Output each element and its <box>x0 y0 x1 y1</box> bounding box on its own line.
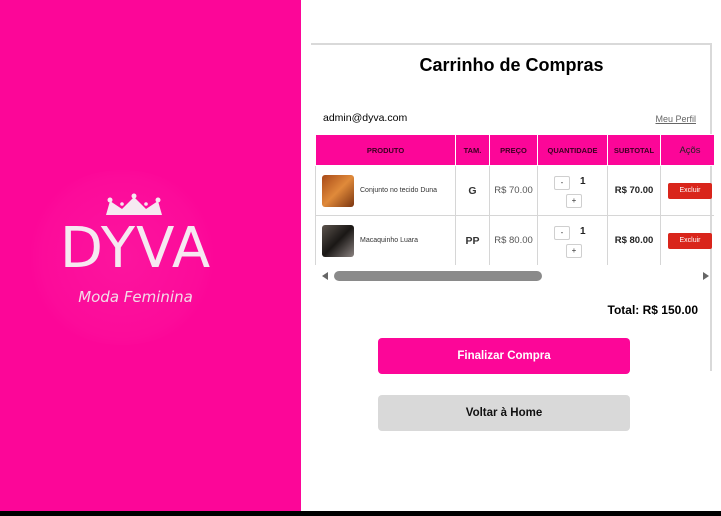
actions-cell: Excluir <box>660 215 714 265</box>
col-header-quantity: QUANTIDADE <box>537 134 608 166</box>
size-cell: PP <box>455 215 490 265</box>
decrease-quantity-button[interactable]: - <box>554 225 570 240</box>
scrollbar-thumb[interactable] <box>334 271 542 281</box>
col-header-actions: Açõs <box>660 134 714 166</box>
table-row: Macaquinho Luara PP R$ 80.00 - 1 + R$ 80… <box>315 215 714 265</box>
scroll-right-icon[interactable] <box>703 272 709 280</box>
quantity-stepper: - 1 + <box>538 217 607 265</box>
cart-table-container: PRODUTO TAM. PREÇO QUANTIDADE SUBTOTAL A… <box>315 134 714 265</box>
cart-card: Carrinho de Compras admin@dyva.com Meu P… <box>311 43 714 371</box>
product-thumbnail <box>322 174 354 207</box>
col-header-subtotal: SUBTOTAL <box>607 134 661 166</box>
actions-cell: Excluir <box>660 165 714 216</box>
brand-panel: DYVA Moda Feminina <box>0 0 301 511</box>
decrease-quantity-button[interactable]: - <box>554 175 570 190</box>
product-cell: Macaquinho Luara <box>315 215 456 265</box>
finish-purchase-button[interactable]: Finalizar Compra <box>378 338 630 374</box>
product-name: Conjunto no tecido Duna <box>360 187 438 194</box>
user-email: admin@dyva.com <box>323 112 408 124</box>
table-header-row: PRODUTO TAM. PREÇO QUANTIDADE SUBTOTAL A… <box>315 134 714 166</box>
back-home-button[interactable]: Voltar à Home <box>378 395 630 431</box>
col-header-price: PREÇO <box>489 134 538 166</box>
cart-total: Total: R$ 150.00 <box>607 303 698 317</box>
price-cell: R$ 80.00 <box>489 215 538 265</box>
page-title: Carrinho de Compras <box>419 55 604 75</box>
horizontal-scrollbar[interactable] <box>315 269 714 283</box>
quantity-value: 1 <box>580 175 586 187</box>
increase-quantity-button[interactable]: + <box>566 193 582 208</box>
increase-quantity-button[interactable]: + <box>566 243 582 258</box>
table-row: Conjunto no tecido Duna G R$ 70.00 - 1 + <box>315 165 714 216</box>
app-root: DYVA Moda Feminina Carrinho de Compras a… <box>0 0 721 516</box>
delete-button[interactable]: Excluir <box>668 182 712 199</box>
profile-link[interactable]: Meu Perfil <box>655 114 696 124</box>
cart-table: PRODUTO TAM. PREÇO QUANTIDADE SUBTOTAL A… <box>315 134 714 265</box>
price-cell: R$ 70.00 <box>489 165 538 216</box>
product-cell: Conjunto no tecido Duna <box>315 165 456 216</box>
subtotal-cell: R$ 70.00 <box>607 165 661 216</box>
brand-tagline: Moda Feminina <box>78 288 193 306</box>
product-name: Macaquinho Luara <box>360 237 418 244</box>
quantity-stepper: - 1 + <box>538 167 607 215</box>
quantity-value: 1 <box>580 225 586 237</box>
col-header-product: PRODUTO <box>315 134 456 166</box>
delete-button[interactable]: Excluir <box>668 232 712 249</box>
product-thumbnail <box>322 224 354 257</box>
size-cell: G <box>455 165 490 216</box>
main-area: Carrinho de Compras admin@dyva.com Meu P… <box>301 0 721 511</box>
quantity-cell: - 1 + <box>537 165 608 216</box>
brand-logo: DYVA <box>59 216 212 281</box>
scroll-left-icon[interactable] <box>322 272 328 280</box>
quantity-cell: - 1 + <box>537 215 608 265</box>
col-header-size: TAM. <box>455 134 490 166</box>
subtotal-cell: R$ 80.00 <box>607 215 661 265</box>
